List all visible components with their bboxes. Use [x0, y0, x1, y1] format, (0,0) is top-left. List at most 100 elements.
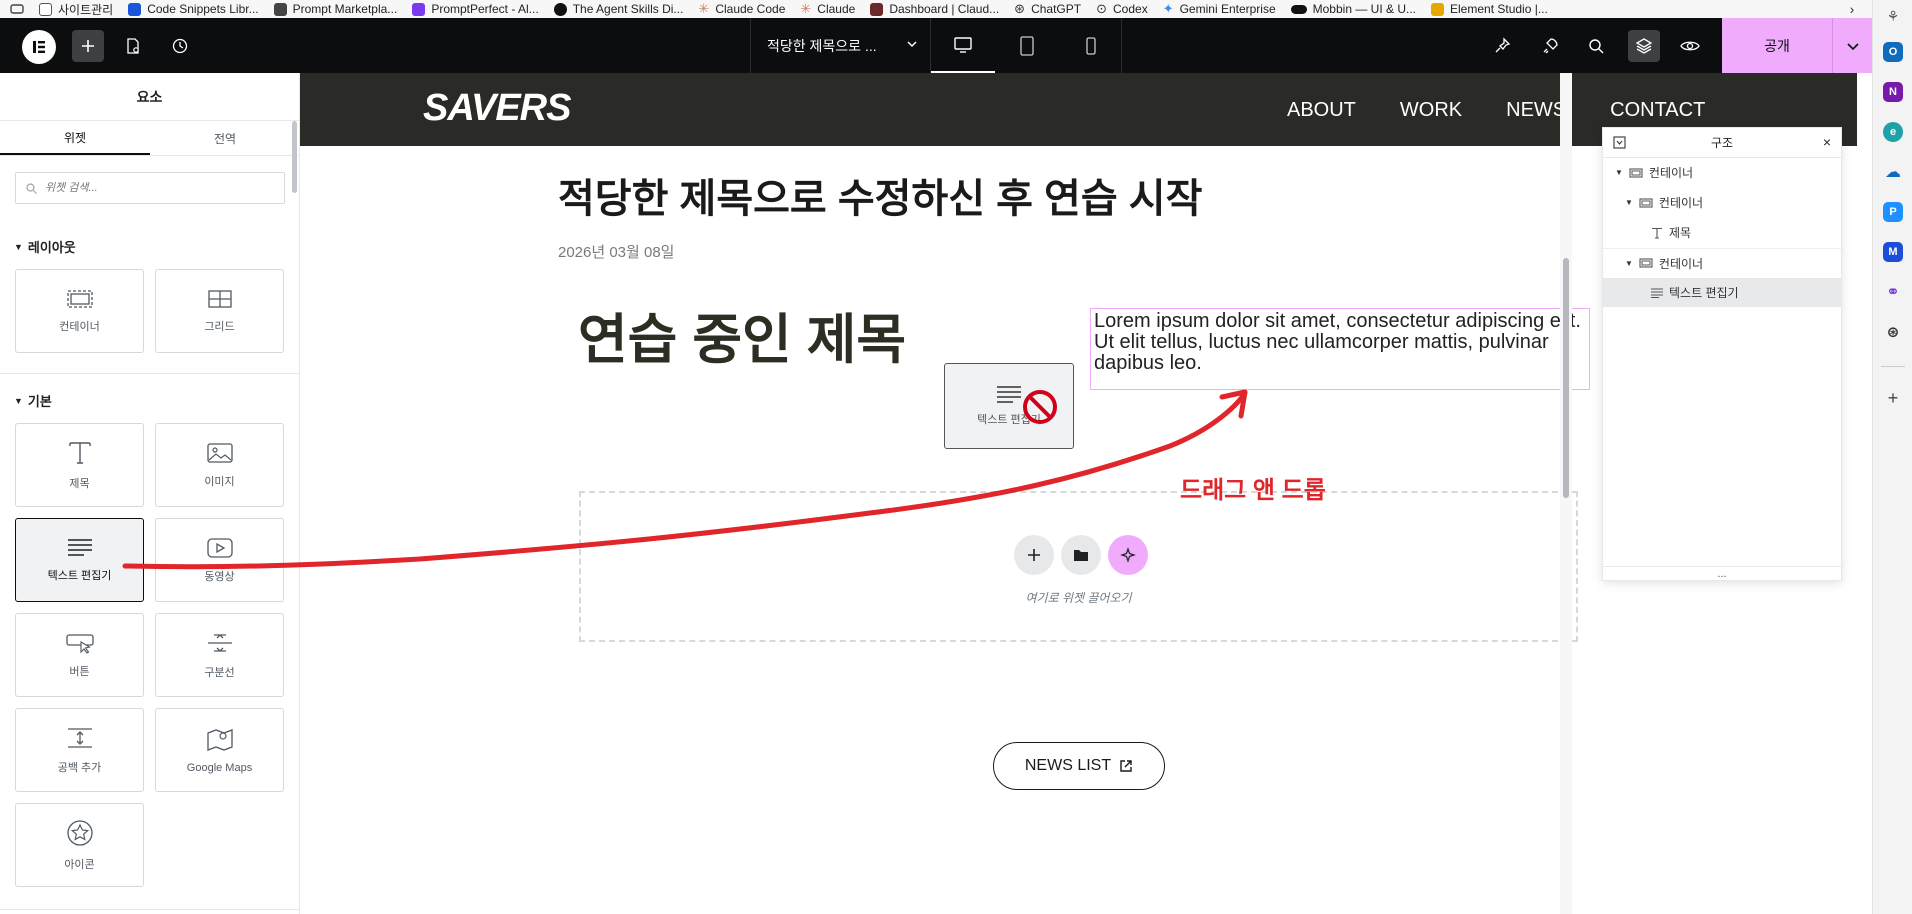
openai-icon[interactable]: ⊛	[1883, 322, 1903, 342]
chevron-right-icon[interactable]: ›	[1832, 0, 1872, 18]
structure-button[interactable]	[1628, 30, 1660, 62]
bookmark-item[interactable]: 사이트관리	[39, 0, 128, 18]
add-element-button[interactable]	[72, 30, 104, 62]
tab-global[interactable]: 전역	[150, 121, 299, 155]
add-sidebar-app-icon[interactable]: +	[1883, 388, 1903, 408]
widget-grid[interactable]: 그리드	[155, 269, 284, 353]
search-button[interactable]	[1580, 30, 1612, 62]
edge-icon[interactable]: e	[1883, 122, 1903, 142]
bookmark-item[interactable]: Element Studio |...	[1431, 0, 1563, 18]
bookmark-label: Claude Code	[715, 2, 786, 16]
news-list-button[interactable]: NEWS LIST	[993, 742, 1165, 790]
add-widget-button[interactable]	[1014, 535, 1054, 575]
widget-spacer[interactable]: 공백 추가	[15, 708, 144, 792]
section-basic-toggle[interactable]: ▼ 기본	[14, 391, 52, 410]
document-title-dropdown[interactable]: 적당한 제목으로 ...	[750, 18, 930, 73]
collapse-toggle-icon[interactable]	[1613, 136, 1626, 149]
tree-item-label: 제목	[1669, 226, 1692, 240]
onedrive-icon[interactable]: ☁	[1883, 162, 1903, 182]
structure-resize-handle[interactable]: ...	[1603, 566, 1841, 580]
bookmark-item[interactable]: The Agent Skills Di...	[553, 0, 699, 18]
widget-container[interactable]: 컨테이너	[15, 269, 144, 353]
history-button[interactable]	[164, 30, 196, 62]
tree-item-container[interactable]: ▼ 컨테이너	[1603, 248, 1841, 277]
close-icon[interactable]: ×	[1823, 134, 1831, 150]
bookmark-item[interactable]: PromptPerfect - Al...	[412, 0, 553, 18]
bookmark-folder-icon[interactable]	[0, 0, 39, 18]
page-settings-button[interactable]	[117, 30, 149, 62]
app-icon[interactable]: M	[1883, 242, 1903, 262]
widget-text-editor[interactable]: 텍스트 편집기	[15, 518, 144, 602]
publish-button[interactable]: 공개	[1722, 18, 1832, 73]
nav-about[interactable]: ABOUT	[1287, 99, 1356, 122]
widget-video[interactable]: 동영상	[155, 518, 284, 602]
panel-scrollbar[interactable]	[292, 121, 297, 193]
bookmark-item[interactable]: ✳ Claude	[800, 0, 870, 18]
section-layout-toggle[interactable]: ▼ 레이아웃	[14, 237, 76, 256]
outlook-icon[interactable]: O	[1883, 42, 1903, 62]
ai-generate-button[interactable]	[1108, 535, 1148, 575]
responsive-device-switcher	[930, 18, 1122, 73]
post-title[interactable]: 적당한 제목으로 수정하신 후 연습 시작	[558, 166, 1202, 224]
folder-icon	[1074, 550, 1088, 561]
caret-down-icon[interactable]: ▼	[1625, 259, 1633, 268]
divider-icon	[207, 633, 232, 652]
bookmark-item[interactable]: Mobbin — UI & U...	[1290, 0, 1431, 18]
pin-button[interactable]	[1486, 30, 1518, 62]
nav-news[interactable]: NEWS	[1506, 99, 1566, 122]
tree-item-container[interactable]: ▼ 컨테이너	[1603, 188, 1841, 217]
browser-sidebar: ⚘ O N e ☁ P M ⚭ ⊛ +	[1872, 0, 1912, 914]
widget-divider[interactable]: 구분선	[155, 613, 284, 697]
tab-widgets[interactable]: 위젯	[0, 121, 150, 155]
extension-icon[interactable]: ⚭	[1883, 282, 1903, 302]
widget-label: Google Maps	[186, 761, 253, 774]
bookmark-item[interactable]: Code Snippets Libr...	[128, 0, 273, 18]
canvas-scrollbar[interactable]	[1560, 73, 1572, 914]
tree-item-text-editor[interactable]: 텍스트 편집기	[1603, 278, 1841, 307]
bookmark-item[interactable]: ⊙ Codex	[1096, 0, 1163, 18]
widget-heading[interactable]: 제목	[15, 423, 144, 507]
tree-item-heading[interactable]: 제목	[1603, 218, 1841, 247]
widget-button[interactable]: 버튼	[15, 613, 144, 697]
bookmark-label: Codex	[1113, 2, 1148, 16]
heading-widget[interactable]: 연습 중인 제목	[578, 295, 906, 374]
desktop-view-button[interactable]	[931, 18, 995, 73]
widget-icon[interactable]: 아이콘	[15, 803, 144, 887]
publish-options-button[interactable]	[1832, 18, 1872, 73]
add-template-button[interactable]	[1061, 535, 1101, 575]
desktop-icon	[954, 36, 972, 53]
bookmark-item[interactable]: ⊛ ChatGPT	[1014, 0, 1096, 18]
tablet-view-button[interactable]	[995, 18, 1059, 73]
site-logo[interactable]: SAVERS	[423, 87, 571, 130]
bookmark-item[interactable]: Prompt Marketpla...	[273, 0, 413, 18]
empty-container-drop-zone[interactable]: 여기로 위젯 끌어오기	[579, 491, 1578, 642]
text-editor-widget[interactable]: Lorem ipsum dolor sit amet, consectetur …	[1090, 308, 1590, 390]
power-automate-icon[interactable]: P	[1883, 202, 1903, 222]
bookmark-item[interactable]: ✳ Claude Code	[698, 0, 800, 18]
caret-down-icon[interactable]: ▼	[1625, 198, 1633, 207]
bookmark-item[interactable]: Dashboard | Claud...	[870, 0, 1014, 18]
gemini-favicon-icon: ✦	[1162, 1, 1174, 16]
widget-search-input[interactable]	[45, 182, 265, 194]
widget-image[interactable]: 이미지	[155, 423, 284, 507]
bookmark-item[interactable]: ✦ Gemini Enterprise	[1163, 0, 1291, 18]
nav-work[interactable]: WORK	[1400, 99, 1462, 122]
copilot-icon[interactable]: ⚘	[1883, 6, 1903, 26]
launch-button[interactable]	[1534, 30, 1566, 62]
post-date[interactable]: 2026년 03월 08일	[558, 241, 674, 262]
tree-item-container[interactable]: ▼ 컨테이너	[1603, 158, 1841, 187]
not-allowed-icon	[1023, 390, 1057, 424]
star-icon	[66, 819, 93, 846]
widget-google-maps[interactable]: Google Maps	[155, 708, 284, 792]
mobile-view-button[interactable]	[1059, 18, 1123, 73]
onenote-icon[interactable]: N	[1883, 82, 1903, 102]
news-list-label: NEWS LIST	[1024, 757, 1112, 774]
nav-contact[interactable]: CONTACT	[1610, 99, 1705, 122]
canvas-scrollbar-thumb[interactable]	[1563, 258, 1569, 498]
prompt-marketplace-favicon-icon	[273, 2, 287, 16]
caret-down-icon[interactable]: ▼	[1615, 168, 1623, 177]
container-icon	[1629, 167, 1643, 178]
sidebar-divider	[1881, 366, 1905, 367]
preview-button[interactable]	[1674, 30, 1706, 62]
elementor-logo-icon[interactable]	[22, 30, 56, 64]
